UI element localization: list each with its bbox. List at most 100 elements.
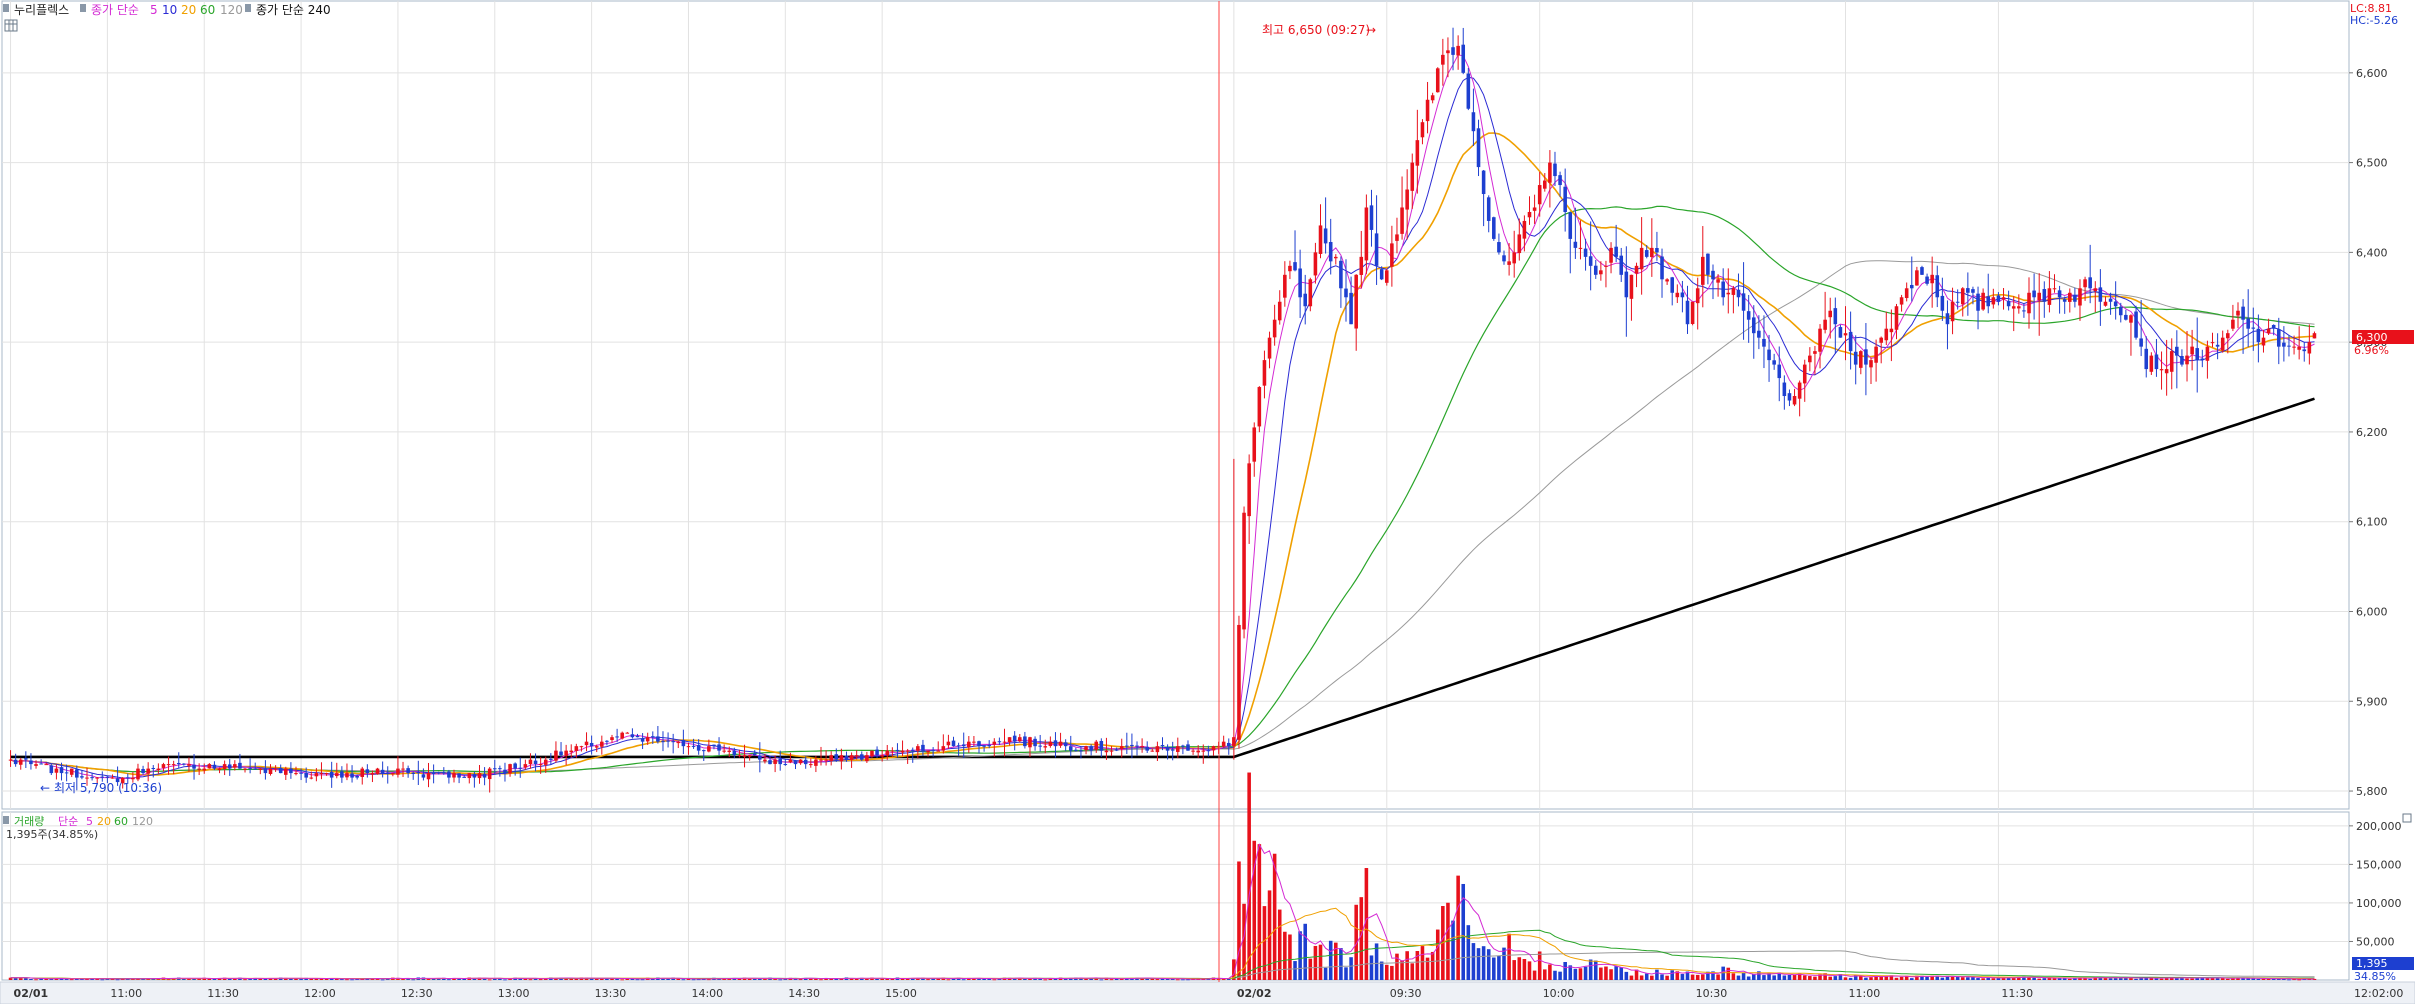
candle-body [1063, 742, 1068, 747]
candle-body [125, 777, 130, 779]
stock-name[interactable]: 누리플렉스 [14, 3, 69, 17]
candle-body [1813, 351, 1817, 354]
candle-body [182, 763, 186, 765]
candle-body [309, 777, 314, 779]
volume-bar [1558, 971, 1562, 980]
candle-body [1762, 338, 1766, 347]
candle-body [824, 759, 828, 761]
candle-body [1267, 337, 1272, 359]
candle-body [895, 749, 900, 751]
volume-bar [1991, 978, 1996, 980]
candle-body [1308, 279, 1313, 307]
volume-bar [1420, 946, 1425, 980]
high-annotation-text: 최고 6,650 (09:27) [1262, 23, 1370, 37]
candle-body [737, 755, 742, 757]
volume-bar [1899, 976, 1904, 980]
ma-menu-icon[interactable] [80, 4, 86, 12]
volume-bar [100, 979, 105, 981]
candle-body [819, 759, 823, 761]
candle-body [1808, 355, 1812, 363]
candle-body [1955, 301, 1960, 303]
price-tick-label: 6,000 [2356, 605, 2388, 618]
candle-body [763, 759, 767, 762]
volume-bar [462, 978, 466, 980]
volume-bar [1537, 951, 1542, 980]
candle-body [2042, 289, 2047, 302]
volume-tick-label: 100,000 [2356, 897, 2402, 910]
candle-body [90, 777, 94, 779]
time-tick-label: 02/02 [1237, 987, 1272, 1000]
candle-body [95, 777, 99, 779]
time-tick-label: 13:00 [498, 987, 530, 1000]
candle-body [569, 750, 574, 753]
candle-body [972, 741, 976, 743]
candle-body [2073, 294, 2077, 302]
candle-body [136, 768, 140, 780]
candle-body [156, 768, 161, 770]
candle-body [324, 773, 329, 775]
candle-body [1130, 744, 1134, 747]
volume-bar [2113, 978, 2118, 980]
volume-bar [1792, 975, 1797, 980]
candle-body [284, 768, 288, 775]
menu-icon[interactable] [3, 4, 9, 12]
candle-body [2118, 306, 2123, 316]
candle-body [49, 765, 54, 774]
candle-body [701, 750, 706, 752]
volume-bar [1359, 897, 1364, 980]
candle-body [1313, 252, 1318, 276]
vma120-label: 120 [132, 815, 153, 828]
current-price-box: 6,300 6.96% [2352, 330, 2414, 357]
volume-menu-icon[interactable] [3, 816, 9, 824]
candle-body [584, 741, 589, 746]
candle-body [1660, 256, 1664, 280]
candle-body [549, 758, 553, 760]
candle-body [1068, 746, 1073, 751]
candle-body [1145, 746, 1149, 751]
candle-body [717, 744, 721, 751]
candle-body [1685, 300, 1690, 325]
time-tick-label: 11:00 [110, 987, 142, 1000]
candle-body [477, 773, 482, 779]
candle-body [1349, 292, 1353, 325]
volume-bar [1150, 978, 1155, 980]
candle-body [1879, 337, 1883, 343]
candle-body [2261, 337, 2266, 346]
candle-body [1425, 99, 1430, 122]
candle-body [2175, 346, 2179, 356]
candle-body [1644, 250, 1649, 257]
candle-body [1553, 163, 1557, 177]
volume-tick-label: 200,000 [2356, 820, 2402, 833]
volume-bar [1369, 955, 1374, 980]
volume-label: 거래량 [14, 815, 44, 828]
volume-bar [1665, 975, 1669, 980]
candle-body [2159, 369, 2164, 371]
candle-body [783, 764, 788, 766]
stock-chart[interactable]: 6,600 6,500 6,400 6,300 6,200 6,100 6,000 5,900… [0, 0, 2415, 1004]
volume-bar [2037, 978, 2041, 980]
low-annotation-text: 최저 5,790 (10:36) [54, 781, 162, 795]
candle-body [2307, 342, 2312, 354]
candle-body [1792, 396, 1797, 405]
panel-resize-icon[interactable] [2402, 813, 2412, 823]
volume-bar [1099, 979, 1104, 981]
candle-body [666, 740, 670, 742]
ma240-menu-icon[interactable] [245, 4, 251, 12]
high-arrow-icon: → [1366, 23, 1376, 37]
time-tick-label: 02/01 [14, 987, 49, 1000]
candle-body [926, 750, 930, 753]
volume-bar [2068, 978, 2072, 980]
candle-body [1119, 746, 1124, 749]
candle-body [1364, 207, 1369, 261]
candle-body [1191, 750, 1195, 752]
volume-bar [1578, 968, 1583, 980]
candle-body [686, 746, 691, 748]
volume-bar [1981, 978, 1985, 980]
volume-bar [1298, 931, 1302, 980]
volume-bar [1517, 957, 1522, 980]
candle-body [2154, 354, 2159, 370]
volume-bar [1848, 977, 1853, 980]
candle-body [1359, 256, 1364, 275]
candle-body [1690, 301, 1695, 324]
candle-body [1125, 745, 1129, 747]
